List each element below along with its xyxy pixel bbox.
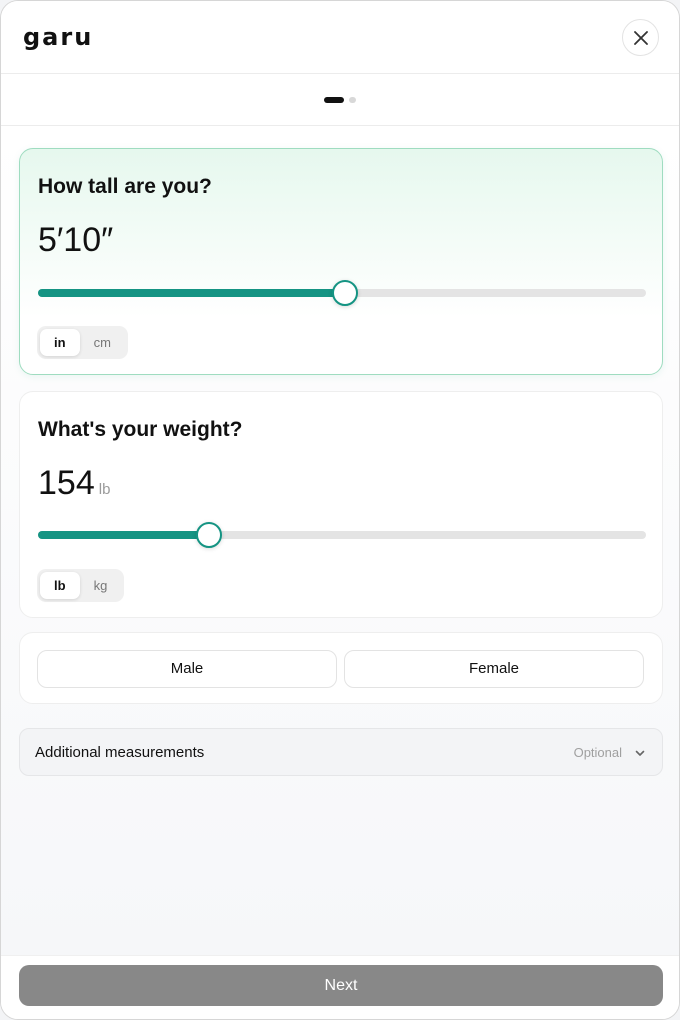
- gender-card: Male Female: [19, 632, 663, 704]
- height-slider-thumb[interactable]: [332, 280, 359, 306]
- close-icon: [634, 31, 648, 45]
- step-dot-active: [324, 97, 344, 103]
- weight-unit-kg[interactable]: kg: [80, 572, 122, 599]
- weight-slider-fill: [38, 531, 210, 539]
- app-window: garu How tall are you? 5′10″ in cm What'…: [0, 0, 680, 1020]
- height-unit-in[interactable]: in: [40, 329, 80, 356]
- height-title: How tall are you?: [38, 175, 212, 198]
- weight-unit-label: lb: [98, 481, 111, 498]
- step-indicator: [1, 75, 679, 126]
- logo: garu: [23, 23, 94, 51]
- optional-badge: Optional: [573, 745, 622, 760]
- height-slider[interactable]: [38, 280, 646, 306]
- weight-unit-lb[interactable]: lb: [40, 572, 80, 599]
- chevron-down-icon: [635, 750, 645, 756]
- weight-unit-toggle: lb kg: [37, 569, 125, 602]
- height-value-text: 5′10″: [38, 221, 114, 259]
- height-card: How tall are you? 5′10″ in cm: [19, 148, 663, 375]
- header: garu: [1, 1, 679, 74]
- weight-title: What's your weight?: [38, 418, 243, 441]
- additional-measurements-label: Additional measurements: [35, 744, 205, 761]
- weight-value: 154 lb: [38, 464, 110, 503]
- weight-value-text: 154: [38, 464, 95, 502]
- next-button[interactable]: Next: [19, 965, 663, 1006]
- close-button[interactable]: [622, 19, 659, 56]
- weight-card: What's your weight? 154 lb lb kg: [19, 391, 663, 618]
- weight-slider-thumb[interactable]: [196, 522, 223, 548]
- height-unit-cm[interactable]: cm: [80, 329, 125, 356]
- weight-slider[interactable]: [38, 522, 646, 548]
- footer: Next: [1, 955, 679, 1019]
- gender-female-button[interactable]: Female: [344, 650, 644, 688]
- gender-male-button[interactable]: Male: [37, 650, 337, 688]
- step-dot-inactive: [349, 97, 356, 103]
- height-slider-fill: [38, 289, 346, 297]
- height-unit-toggle: in cm: [37, 326, 128, 359]
- additional-measurements-toggle[interactable]: Additional measurements Optional: [19, 728, 663, 776]
- height-value: 5′10″: [38, 221, 113, 260]
- main-content: How tall are you? 5′10″ in cm What's you…: [1, 127, 679, 955]
